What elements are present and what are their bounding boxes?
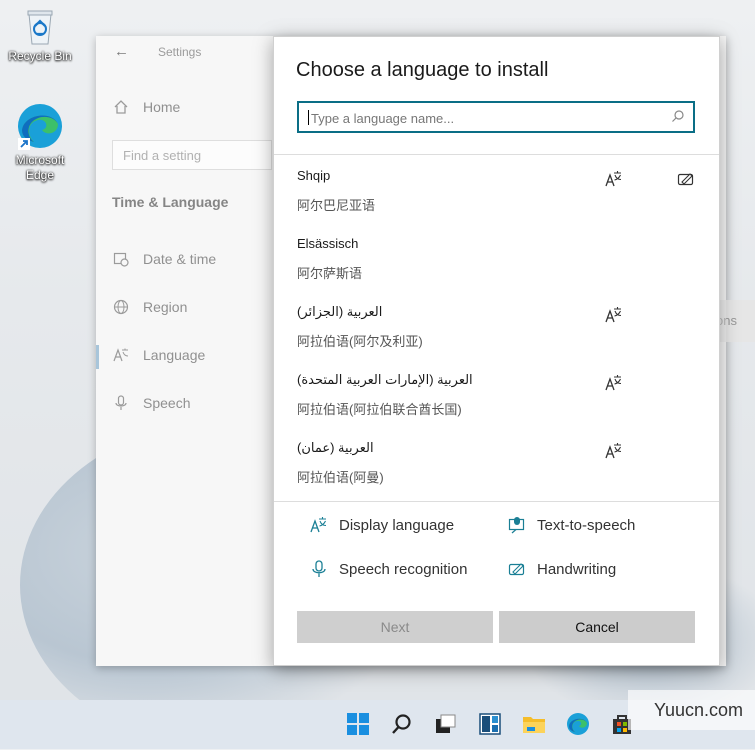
legend-handwriting: Handwriting (507, 560, 616, 578)
widgets-icon[interactable] (476, 710, 504, 738)
list-item[interactable]: Shqip 阿尔巴尼亚语 (297, 168, 697, 236)
recycle-bin-icon (27, 10, 53, 45)
recycle-bin-label: Recycle Bin (8, 49, 72, 63)
list-item[interactable]: Elsässisch 阿尔萨斯语 (297, 236, 697, 304)
display-language-icon (309, 516, 329, 534)
dialog-title: Choose a language to install (296, 59, 549, 81)
display-language-icon (605, 443, 622, 459)
handwriting-icon (507, 560, 527, 578)
list-item[interactable]: العربية (الجزائر) 阿拉伯语(阿尔及利亚) (297, 304, 697, 372)
language-name: Elsässisch (297, 236, 359, 251)
legend-text-to-speech-label: Text-to-speech (537, 516, 636, 534)
legend-display-language: Display language (309, 516, 454, 534)
search-icon (672, 110, 684, 122)
legend-speech-recognition-label: Speech recognition (339, 560, 468, 578)
divider (274, 154, 719, 155)
task-view-icon[interactable] (432, 710, 460, 738)
list-item[interactable]: العربية (عمان) 阿拉伯语(阿曼) (297, 440, 697, 508)
microphone-icon (309, 560, 329, 578)
watermark: Yuucn.com (628, 690, 755, 730)
next-button[interactable]: Next (297, 611, 493, 643)
legend-display-language-label: Display language (339, 516, 455, 534)
language-native-name: 阿尔巴尼亚语 (297, 198, 376, 213)
cancel-button[interactable]: Cancel (499, 611, 695, 643)
edge-icon[interactable] (564, 710, 592, 738)
display-language-icon (605, 375, 622, 391)
handwriting-icon (677, 173, 694, 186)
recycle-bin-desktop-icon[interactable]: Recycle Bin (5, 6, 75, 64)
edge-label: Microsoft Edge (15, 153, 65, 182)
language-native-name: 阿拉伯语(阿尔及利亚) (297, 334, 423, 349)
start-icon[interactable] (344, 710, 372, 738)
search-icon[interactable] (388, 710, 416, 738)
language-search-box[interactable] (297, 101, 695, 133)
file-explorer-icon[interactable] (520, 710, 548, 738)
language-name: العربية (عمان) (297, 440, 374, 455)
edge-desktop-icon[interactable]: Microsoft Edge (5, 102, 75, 183)
language-name: Shqip (297, 168, 331, 183)
display-language-icon (605, 307, 622, 323)
language-name: العربية (الإمارات العربية المتحدة) (297, 372, 473, 387)
legend-speech-recognition: Speech recognition (309, 560, 467, 578)
language-native-name: 阿拉伯语(阿曼) (297, 470, 384, 485)
language-search-input[interactable] (309, 108, 653, 128)
divider (274, 501, 719, 502)
language-install-dialog: Choose a language to install Shqip 阿尔巴尼亚… (273, 36, 720, 666)
legend-text-to-speech: Text-to-speech (507, 516, 635, 534)
text-to-speech-icon (507, 516, 527, 534)
edge-icon (18, 104, 62, 150)
language-native-name: 阿尔萨斯语 (297, 266, 363, 281)
list-item[interactable]: العربية (الإمارات العربية المتحدة) 阿拉伯语(… (297, 372, 697, 440)
language-native-name: 阿拉伯语(阿拉伯联合酋长国) (297, 402, 462, 417)
display-language-icon (605, 171, 622, 187)
legend-handwriting-label: Handwriting (537, 560, 617, 578)
language-name: العربية (الجزائر) (297, 304, 383, 319)
